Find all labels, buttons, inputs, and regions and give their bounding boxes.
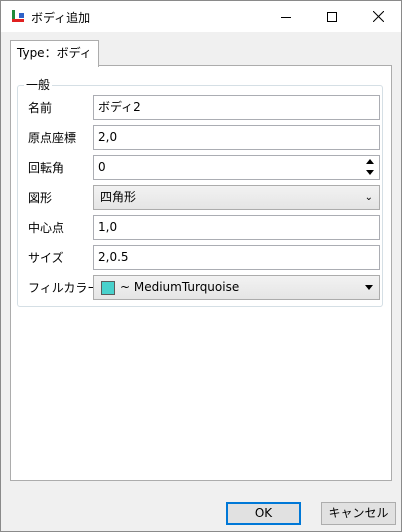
shape-combo-value: 四角形 — [100, 190, 137, 204]
spin-up-icon — [366, 159, 374, 164]
center-field[interactable]: 1,0 — [93, 215, 380, 240]
dropdown-arrow-icon — [365, 285, 373, 290]
spin-down-icon — [366, 170, 374, 175]
close-button[interactable] — [355, 1, 401, 32]
origin-field[interactable]: 2,0 — [93, 125, 380, 150]
rotation-spin-up[interactable] — [362, 156, 378, 167]
name-label: 名前 — [28, 101, 53, 115]
tab-type-body[interactable]: Type：ボディ — [10, 40, 99, 67]
close-icon — [372, 11, 384, 22]
size-label: サイズ — [28, 251, 64, 265]
tab-strip: Type：ボディ — [10, 40, 392, 67]
ok-button[interactable]: OK — [226, 502, 301, 525]
color-swatch — [101, 281, 115, 295]
maximize-icon — [327, 11, 337, 22]
shape-combo[interactable]: 四角形 ⌄ — [93, 185, 380, 210]
chevron-down-icon: ⌄ — [364, 192, 373, 203]
group-title: 一般 — [24, 77, 53, 93]
rotation-spin-down[interactable] — [362, 167, 378, 178]
shape-label: 図形 — [28, 191, 53, 205]
minimize-icon — [281, 16, 291, 18]
dialog-window: ボディ追加 Type：ボディ 一般 名前 ボディ2 原点座標 2,0 回転角 0… — [0, 0, 402, 532]
tab-panel: 一般 名前 ボディ2 原点座標 2,0 回転角 0 図形 四角形 ⌄ 中心点 1… — [10, 65, 392, 481]
window-title: ボディ追加 — [31, 11, 91, 25]
origin-label: 原点座標 — [28, 131, 77, 145]
minimize-button[interactable] — [263, 1, 309, 32]
fill-color-value: ~ MediumTurquoise — [120, 280, 240, 294]
center-label: 中心点 — [28, 221, 65, 235]
rotation-field[interactable]: 0 — [93, 155, 380, 180]
fill-color-label: フィルカラー — [28, 281, 100, 295]
general-group: 一般 名前 ボディ2 原点座標 2,0 回転角 0 図形 四角形 ⌄ 中心点 1… — [17, 77, 383, 307]
app-icon — [11, 9, 25, 23]
cancel-button[interactable]: キャンセル — [321, 502, 396, 525]
maximize-button[interactable] — [309, 1, 355, 32]
rotation-label: 回転角 — [28, 161, 65, 175]
title-bar[interactable]: ボディ追加 — [1, 1, 401, 32]
size-field[interactable]: 2,0.5 — [93, 245, 380, 270]
name-field[interactable]: ボディ2 — [93, 95, 380, 120]
fill-color-combo[interactable]: ~ MediumTurquoise — [93, 275, 380, 300]
